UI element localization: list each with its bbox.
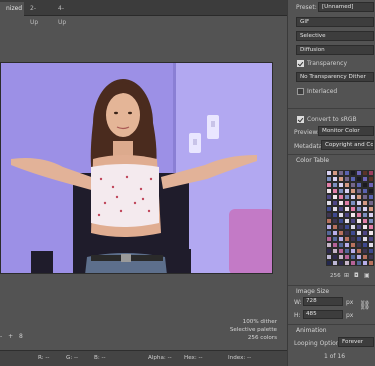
- looping-select[interactable]: Forever: [338, 337, 374, 347]
- interlaced-label: Interlaced: [307, 88, 338, 95]
- section-divider: [288, 285, 375, 286]
- color-reduction-select[interactable]: Selective: [296, 31, 374, 41]
- color-table-heading: Color Table: [296, 157, 330, 164]
- width-unit: px: [346, 299, 354, 306]
- optimization-info: 100% dither Selective palette 256 colors: [230, 318, 277, 342]
- metadata-select[interactable]: Copyright and Contact: [321, 140, 374, 150]
- status-r: R: --: [38, 355, 50, 361]
- preset-select[interactable]: [Unnamed]: [318, 2, 374, 12]
- map-transparent-icon[interactable]: ⊞: [344, 272, 349, 279]
- status-bar: R: -- G: -- B: -- Alpha: -- Hex: -- Inde…: [0, 350, 287, 366]
- palette-info: Selective palette: [229, 327, 277, 333]
- status-alpha: Alpha: --: [148, 355, 172, 361]
- status-b: B: --: [94, 355, 106, 361]
- convert-srgb-checkbox[interactable]: [297, 116, 304, 123]
- preview-image: [1, 63, 272, 273]
- status-hex: Hex: --: [184, 355, 203, 361]
- height-label: H:: [294, 312, 301, 319]
- section-divider: [288, 324, 375, 325]
- preset-label: Preset:: [296, 4, 317, 11]
- color-table-footer: 256 ⊞ ◘ ▣: [288, 272, 375, 281]
- tab-4-up[interactable]: 4-Up: [52, 2, 76, 26]
- height-unit: px: [346, 312, 354, 319]
- width-field[interactable]: 728: [303, 297, 343, 306]
- status-g: G: --: [66, 355, 79, 361]
- transparency-checkbox[interactable]: [297, 60, 304, 67]
- settings-panel: Preset: [Unnamed] GIF Selective Diffusio…: [287, 0, 375, 366]
- section-divider: [288, 108, 375, 109]
- section-divider: [288, 154, 375, 155]
- delete-color-icon[interactable]: ▣: [364, 272, 370, 279]
- transparency-label: Transparency: [307, 60, 348, 67]
- tab-optimized[interactable]: nized: [0, 2, 24, 16]
- color-swatch[interactable]: [368, 260, 374, 266]
- transparency-dither-select[interactable]: No Transparency Dither: [296, 72, 374, 82]
- frame-counter: 1 of 16: [324, 353, 346, 360]
- format-select[interactable]: GIF: [296, 17, 374, 27]
- interlaced-checkbox[interactable]: [297, 88, 304, 95]
- preview-select[interactable]: Monitor Color: [318, 126, 374, 136]
- preview-area: nized 2-Up 4-Up 100% dither Selective pa…: [0, 0, 287, 366]
- lock-color-icon[interactable]: ◘: [354, 272, 359, 279]
- animation-heading: Animation: [296, 327, 327, 334]
- width-label: W:: [294, 299, 302, 306]
- image-preview[interactable]: [0, 62, 273, 274]
- convert-srgb-label: Convert to sRGB: [307, 116, 357, 123]
- color-table-grid[interactable]: [326, 170, 374, 270]
- zoom-controls: - + 8: [0, 333, 27, 340]
- status-index: Index: --: [228, 355, 252, 361]
- tab-2-up[interactable]: 2-Up: [24, 2, 50, 26]
- zoom-value: 8: [19, 333, 23, 340]
- preview-label: Preview:: [294, 129, 320, 136]
- dither-algorithm-select[interactable]: Diffusion: [296, 45, 374, 55]
- image-size-heading: Image Size: [296, 288, 330, 295]
- view-tabs: nized 2-Up 4-Up: [0, 0, 287, 26]
- colors-info: 256 colors: [247, 335, 277, 341]
- zoom-in-button[interactable]: +: [8, 333, 13, 340]
- dither-info: 100% dither: [242, 319, 277, 325]
- zoom-out-button[interactable]: -: [0, 333, 2, 340]
- color-count: 256: [330, 273, 341, 279]
- link-dimensions-icon[interactable]: ⛓: [359, 301, 370, 311]
- metadata-label: Metadata:: [294, 143, 325, 150]
- height-field[interactable]: 485: [303, 310, 343, 319]
